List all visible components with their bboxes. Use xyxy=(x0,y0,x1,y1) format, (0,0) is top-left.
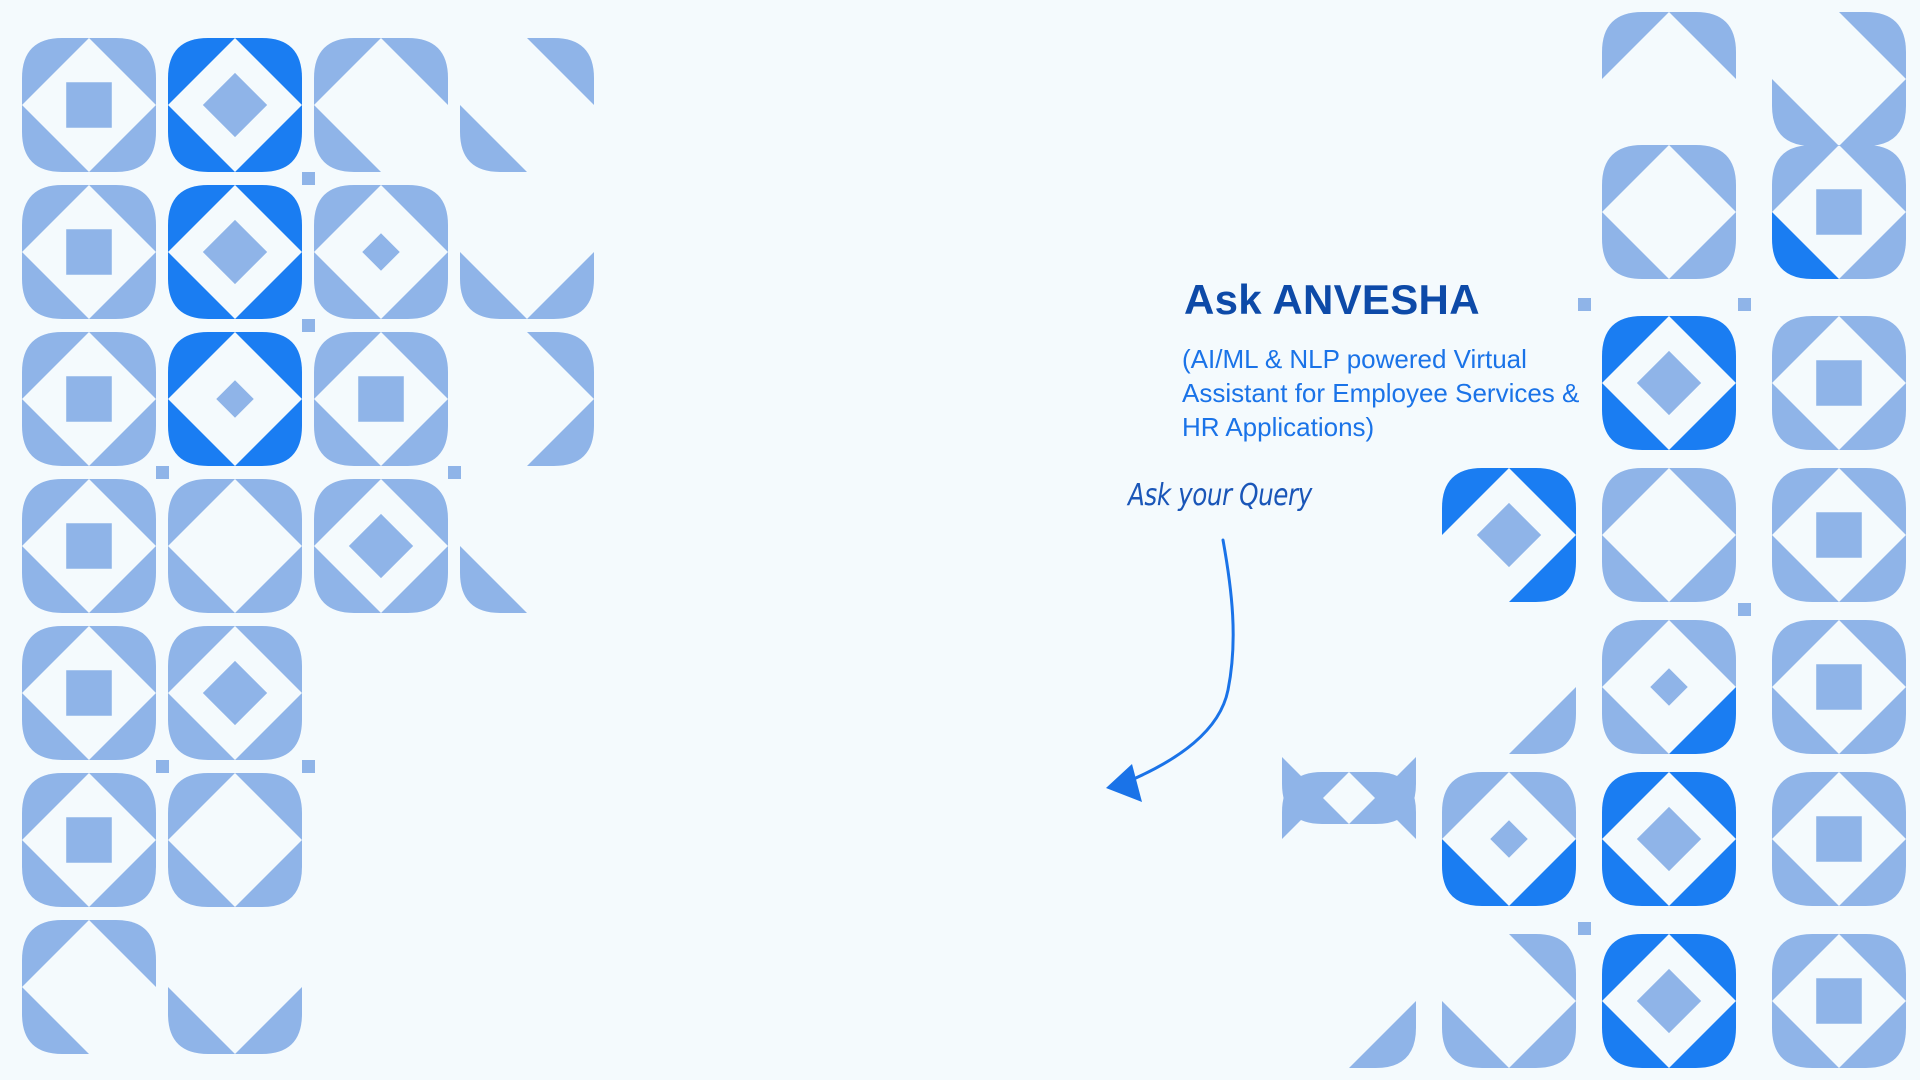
geometric-tile-pattern xyxy=(22,12,1906,1068)
curved-arrow-icon xyxy=(1106,538,1235,802)
ask-query-hint: Ask your Query xyxy=(1128,478,1312,513)
welcome-screen: Ask ANVESHA (AI/ML & NLP powered Virtual… xyxy=(0,0,1920,1080)
assistant-subtitle: (AI/ML & NLP powered Virtual Assistant f… xyxy=(1182,344,1580,442)
assistant-title: Ask ANVESHA xyxy=(1184,276,1480,323)
